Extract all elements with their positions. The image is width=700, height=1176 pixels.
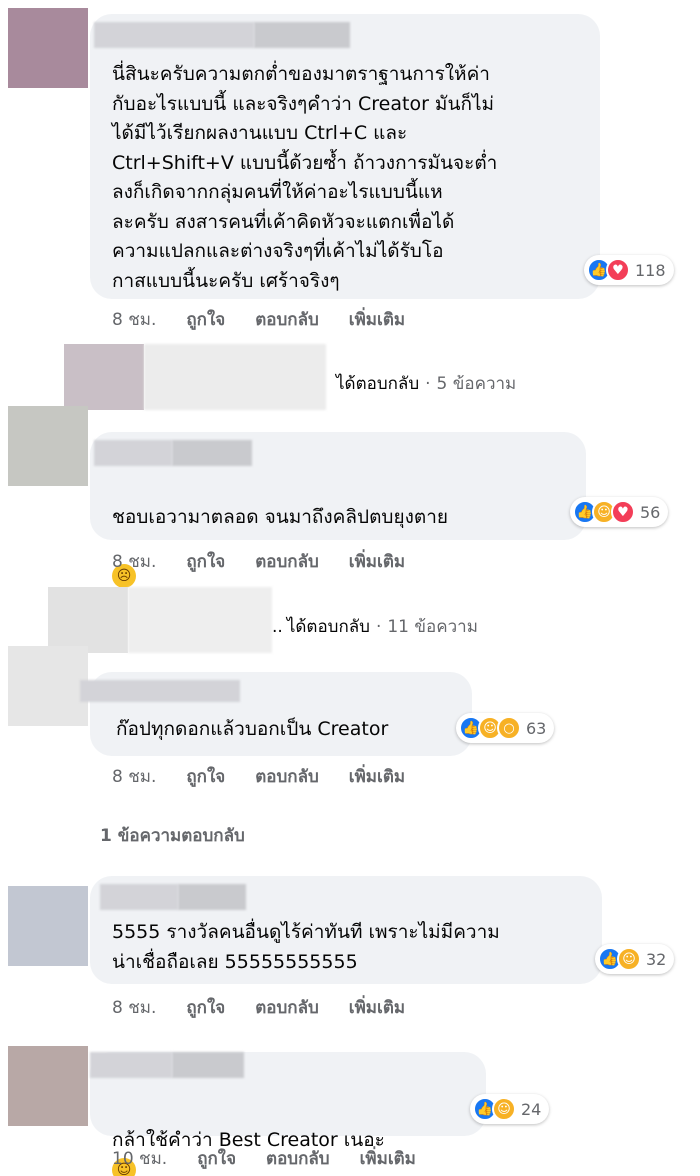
reaction-count: 32 <box>646 949 667 969</box>
like-button[interactable]: ถูกใจ <box>186 994 225 1021</box>
like-button[interactable]: ถูกใจ <box>197 1145 236 1172</box>
more-button[interactable]: เพิ่มเติม <box>349 763 405 790</box>
comment-text: นี่สินะครับความตกต่ำของมาตราฐานการให้ค่า… <box>112 63 498 292</box>
avatar[interactable] <box>8 406 88 486</box>
comment-actions: 10 ชม. ถูกใจ ตอบกลับ เพิ่มเติม <box>112 1145 416 1172</box>
haha-icon: ☺ <box>492 1097 516 1121</box>
more-button[interactable]: เพิ่มเติม <box>349 548 405 575</box>
commenter-name-blurred[interactable] <box>254 22 350 48</box>
more-button[interactable]: เพิ่มเติม <box>349 306 405 333</box>
more-button[interactable]: เพิ่มเติม <box>360 1145 416 1172</box>
reaction-summary[interactable]: 👍 ☺ 32 <box>595 944 675 974</box>
view-replies-link[interactable]: 1 ข้อความตอบกลับ <box>100 822 245 849</box>
like-button[interactable]: ถูกใจ <box>186 763 225 790</box>
reply-avatar[interactable] <box>64 344 144 410</box>
commenter-name-blurred[interactable] <box>172 440 252 466</box>
reaction-summary[interactable]: 👍 ♥ 118 <box>584 255 674 285</box>
comment-text-content: ชอบเอวามาตลอด จนมาถึงคลิปตบยุงตาย <box>112 505 449 528</box>
love-icon: ♥ <box>611 500 635 524</box>
comment-actions: 8 ชม. ถูกใจ ตอบกลับ เพิ่มเติม <box>112 763 405 790</box>
dot-separator: · <box>425 373 431 394</box>
commenter-name-blurred[interactable] <box>100 884 178 910</box>
commenter-name-blurred[interactable] <box>94 22 254 48</box>
more-button[interactable]: เพิ่มเติม <box>349 994 405 1021</box>
replied-label: ได้ตอบกลับ <box>336 374 420 394</box>
reaction-summary[interactable]: 👍 ☺ ♥ 56 <box>570 497 669 527</box>
dot-separator: · <box>375 616 382 637</box>
comment-text: ก๊อปทุกดอกแล้วบอกเป็น Creator <box>116 718 389 740</box>
comment-text: 5555 รางวัลคนอื่นดูไร้ค่าทันที เพราะไม่ม… <box>112 921 500 973</box>
commenter-name-blurred[interactable] <box>80 680 240 702</box>
comment-time[interactable]: 10 ชม. <box>112 1145 167 1172</box>
avatar[interactable] <box>8 8 88 88</box>
reply-avatar[interactable] <box>48 587 128 653</box>
reply-button[interactable]: ตอบกลับ <box>255 548 319 575</box>
comment-actions: 8 ชม. ถูกใจ ตอบกลับ เพิ่มเติม <box>112 994 405 1021</box>
comment-time[interactable]: 8 ชม. <box>112 548 156 575</box>
comment-actions: 8 ชม. ถูกใจ ตอบกลับ เพิ่มเติม <box>112 306 405 333</box>
comment-time[interactable]: 8 ชม. <box>112 763 156 790</box>
reaction-count: 56 <box>640 502 661 522</box>
avatar[interactable] <box>8 886 88 966</box>
reaction-summary[interactable]: 👍 ☺ ○ 63 <box>456 713 555 743</box>
view-replies-label: 1 ข้อความตอบกลับ <box>100 826 245 846</box>
like-button[interactable]: ถูกใจ <box>186 548 225 575</box>
like-button[interactable]: ถูกใจ <box>186 306 225 333</box>
reply-button[interactable]: ตอบกลับ <box>255 994 319 1021</box>
comment-time[interactable]: 8 ชม. <box>112 994 156 1021</box>
commenter-name-blurred[interactable] <box>178 884 246 910</box>
commenter-name-blurred[interactable] <box>172 1052 244 1078</box>
view-replies-link[interactable]: ได้ตอบกลับ · 5 ข้อความ <box>336 370 516 397</box>
replier-name-blurred[interactable] <box>144 344 326 410</box>
avatar[interactable] <box>8 646 88 726</box>
comment-actions: 8 ชม. ถูกใจ ตอบกลับ เพิ่มเติม <box>112 548 405 575</box>
reply-button[interactable]: ตอบกลับ <box>266 1145 330 1172</box>
comment-time[interactable]: 8 ชม. <box>112 306 156 333</box>
reaction-count: 63 <box>526 718 547 738</box>
avatar[interactable] <box>8 1046 88 1126</box>
reply-button[interactable]: ตอบกลับ <box>255 763 319 790</box>
reaction-count: 24 <box>521 1099 542 1119</box>
reaction-count: 118 <box>635 260 666 280</box>
reply-prefix: .. <box>272 616 283 637</box>
love-icon: ♥ <box>606 258 630 282</box>
view-replies-link[interactable]: .. ได้ตอบกลับ · 11 ข้อความ <box>272 613 478 640</box>
wow-icon: ○ <box>497 716 521 740</box>
commenter-name-blurred[interactable] <box>94 440 172 466</box>
commenter-name-blurred[interactable] <box>90 1052 172 1078</box>
haha-icon: ☺ <box>617 947 641 971</box>
reaction-summary[interactable]: 👍 ☺ 24 <box>470 1094 550 1124</box>
reply-count: 11 ข้อความ <box>387 617 478 637</box>
reply-count: 5 ข้อความ <box>436 374 517 394</box>
replied-label: ได้ตอบกลับ <box>286 617 370 637</box>
reply-button[interactable]: ตอบกลับ <box>255 306 319 333</box>
replier-name-blurred[interactable] <box>128 587 272 653</box>
